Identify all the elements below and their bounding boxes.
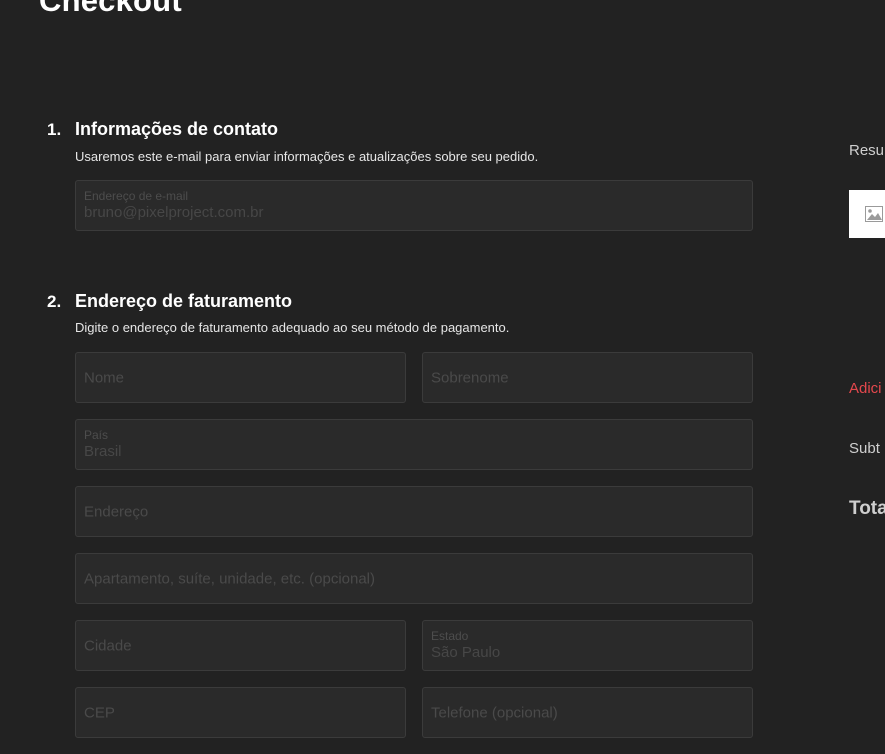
billing-section-description: Digite o endereço de faturamento adequad…	[75, 320, 510, 335]
city-placeholder: Cidade	[84, 637, 132, 654]
billing-step-number: 2.	[47, 292, 62, 311]
email-field[interactable]: Endereço de e-mail bruno@pixelproject.co…	[75, 180, 753, 231]
phone-placeholder: Telefone (opcional)	[431, 704, 558, 721]
last-name-placeholder: Sobrenome	[431, 369, 509, 386]
address-field[interactable]: Endereço	[75, 486, 753, 537]
image-placeholder-icon	[865, 206, 883, 222]
email-field-label: Endereço de e-mail	[84, 189, 189, 203]
country-select[interactable]: País Brasil	[75, 419, 753, 470]
country-select-value: Brasil	[84, 443, 122, 460]
state-select-value: São Paulo	[431, 644, 501, 661]
last-name-field[interactable]: Sobrenome	[422, 352, 753, 403]
address-line2-placeholder: Apartamento, suíte, unidade, etc. (opcio…	[84, 570, 376, 587]
first-name-field[interactable]: Nome	[75, 352, 406, 403]
city-field[interactable]: Cidade	[75, 620, 406, 671]
contact-step-number: 1.	[47, 120, 62, 139]
state-select-label: Estado	[431, 629, 469, 643]
phone-field[interactable]: Telefone (opcional)	[422, 687, 753, 738]
order-summary-heading: Resu	[849, 142, 885, 159]
address-placeholder: Endereço	[84, 503, 149, 520]
add-coupon-link[interactable]: Adici	[849, 380, 882, 397]
state-select[interactable]: Estado São Paulo	[422, 620, 753, 671]
address-line2-field[interactable]: Apartamento, suíte, unidade, etc. (opcio…	[75, 553, 753, 604]
checkout-page: Checkout 1. Informações de contato Usare…	[0, 0, 885, 754]
email-field-value: bruno@pixelproject.com.br	[84, 204, 264, 221]
subtotal-label: Subt	[849, 440, 880, 457]
postcode-field[interactable]: CEP	[75, 687, 406, 738]
first-name-placeholder: Nome	[84, 369, 125, 386]
page-title: Checkout	[39, 0, 182, 18]
product-thumbnail	[849, 190, 885, 238]
postcode-placeholder: CEP	[84, 704, 115, 721]
country-select-label: País	[84, 428, 109, 442]
total-label: Tota	[849, 498, 885, 519]
contact-section-heading: Informações de contato	[75, 119, 279, 139]
billing-section-heading: Endereço de faturamento	[75, 291, 293, 311]
contact-section-description: Usaremos este e-mail para enviar informa…	[75, 149, 539, 164]
